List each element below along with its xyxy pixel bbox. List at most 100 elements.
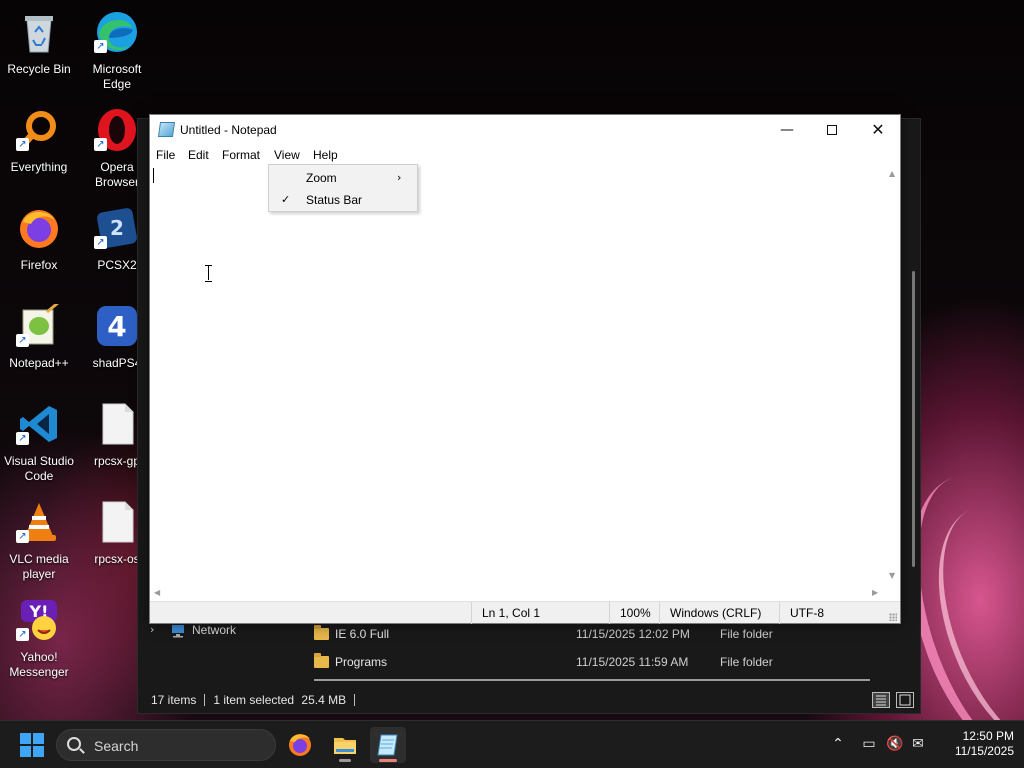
explorer-horizontal-scrollbar[interactable] (314, 679, 870, 681)
shortcut-arrow-icon: ↗ (16, 138, 29, 151)
file-name: IE 6.0 Full (335, 627, 390, 641)
svg-text:4: 4 (107, 310, 126, 343)
desktop-icon-vlc[interactable]: ↗ VLC media player (0, 494, 78, 586)
large-icons-view-button[interactable] (896, 692, 914, 708)
desktop-icon-label: Visual Studio Code (4, 454, 74, 483)
notification-icon[interactable]: ✉ (909, 735, 927, 753)
desktop-icon-label: Everything (10, 160, 68, 174)
menu-view[interactable]: View (268, 147, 306, 163)
taskbar-app-file-explorer[interactable] (327, 727, 363, 763)
desktop-icon-label: Firefox (20, 258, 58, 272)
line-ending: Windows (CRLF) (659, 602, 779, 624)
windows-logo-icon (33, 746, 44, 757)
desktop-icon-firefox[interactable]: Firefox (0, 200, 78, 292)
chevron-up-icon[interactable]: ⌃ (829, 735, 847, 753)
menu-item-label: Zoom (306, 171, 337, 185)
file-explorer-icon (334, 738, 356, 754)
scroll-right-arrow-icon[interactable]: ▶ (872, 588, 878, 598)
desktop-icon-edge[interactable]: ↗ Microsoft Edge (78, 4, 156, 96)
horizontal-scrollbar[interactable]: ◀ ▶ (150, 585, 886, 601)
notepad-icon (377, 734, 398, 756)
shortcut-arrow-icon: ↗ (94, 138, 107, 151)
shortcut-arrow-icon: ↗ (16, 334, 29, 347)
view-menu-dropdown: Zoom › ✓ Status Bar (268, 164, 418, 212)
scroll-down-arrow-icon[interactable]: ▼ (889, 571, 895, 581)
active-indicator (379, 759, 397, 762)
network-icon (172, 625, 184, 638)
close-button[interactable]: ✕ (855, 115, 901, 145)
shortcut-arrow-icon: ↗ (16, 432, 29, 445)
selection-size: 25.4 MB (301, 693, 347, 707)
minimize-button[interactable]: — (764, 115, 810, 145)
resize-grip-icon[interactable] (889, 613, 897, 621)
taskbar-app-firefox[interactable] (282, 727, 318, 763)
system-clock[interactable]: 12:50 PM 11/15/2025 (934, 729, 1014, 759)
running-indicator (339, 759, 351, 762)
desktop-icon-label: Microsoft Edge (92, 62, 142, 91)
explorer-status-bar: 17 items 1 item selected 25.4 MB (151, 693, 363, 707)
menu-edit[interactable]: Edit (182, 147, 215, 163)
file-date: 11/15/2025 12:02 PM (576, 627, 690, 641)
scrollbar-corner (886, 585, 900, 601)
text-editor-area[interactable] (150, 165, 886, 585)
submenu-arrow-icon: › (397, 171, 402, 184)
desktop-icon-label: Recycle Bin (7, 62, 71, 76)
file-date: 11/15/2025 11:59 AM (576, 655, 689, 669)
search-icon (67, 737, 81, 751)
notepad-window[interactable]: Untitled - Notepad — ✕ File Edit Format … (149, 114, 901, 624)
maximize-icon (827, 125, 837, 135)
desktop-icon-everything[interactable]: ↗ Everything (0, 102, 78, 194)
file-row[interactable]: Programs 11/15/2025 11:59 AM File folder (314, 651, 874, 677)
shortcut-arrow-icon: ↗ (16, 628, 29, 641)
text-cursor-ibeam-icon (205, 265, 212, 282)
status-separator (204, 694, 206, 706)
menu-help[interactable]: Help (307, 147, 344, 163)
tiles-view-icon (899, 694, 911, 706)
vertical-scrollbar[interactable]: ▲ ▼ (886, 165, 900, 585)
scroll-up-arrow-icon[interactable]: ▲ (889, 169, 895, 179)
nav-item-label: Network (192, 623, 237, 637)
taskbar-search-box[interactable]: Search (56, 729, 276, 761)
search-placeholder: Search (94, 738, 139, 754)
desktop-icon-recycle-bin[interactable]: Recycle Bin (0, 4, 78, 96)
menu-item-status-bar[interactable]: ✓ Status Bar (269, 189, 417, 211)
menu-format[interactable]: Format (216, 147, 266, 163)
selection-info: 1 item selected (213, 693, 295, 707)
shadps4-icon: 4 (97, 306, 137, 346)
start-button[interactable] (20, 733, 44, 757)
file-row[interactable]: IE 6.0 Full 11/15/2025 12:02 PM File fol… (314, 623, 874, 649)
window-title: Untitled - Notepad (180, 123, 277, 137)
menu-file[interactable]: File (150, 147, 181, 163)
desktop-icon-notepadpp[interactable]: ↗ Notepad++ (0, 298, 78, 390)
shortcut-arrow-icon: ↗ (16, 530, 29, 543)
volume-muted-icon[interactable]: 🔇 (886, 735, 904, 753)
item-count: 17 items (151, 693, 197, 707)
chevron-right-icon[interactable]: › (150, 623, 154, 636)
text-caret (153, 168, 154, 183)
explorer-vertical-scrollbar[interactable] (912, 271, 915, 567)
desktop-icon-vscode[interactable]: ↗ Visual Studio Code (0, 396, 78, 488)
menu-item-label: Status Bar (306, 193, 363, 207)
shortcut-arrow-icon: ↗ (94, 40, 107, 53)
notepad-status-bar: Ln 1, Col 1 100% Windows (CRLF) UTF-8 (150, 601, 900, 624)
file-type: File folder (720, 655, 773, 669)
notepad-title-bar[interactable]: Untitled - Notepad — ✕ (150, 115, 900, 145)
file-icon (102, 501, 134, 543)
details-view-button[interactable] (872, 692, 890, 708)
nav-item-network[interactable]: › Network (148, 623, 288, 641)
maximize-button[interactable] (809, 115, 855, 145)
encoding: UTF-8 (779, 602, 889, 624)
recycle-bin-icon (25, 16, 53, 53)
folder-icon (314, 625, 329, 640)
desktop-icon-label: Yahoo! Messenger (9, 650, 69, 679)
desktop-icon-yahoo-messenger[interactable]: Y! ↗ Yahoo! Messenger (0, 592, 78, 684)
windows-logo-icon (20, 746, 31, 757)
menu-item-zoom[interactable]: Zoom › (269, 167, 417, 189)
taskbar: Search ⌃ ▭ 🔇 ✉ 12:50 PM 11/15/2025 (0, 720, 1024, 768)
taskbar-app-notepad[interactable] (370, 727, 406, 763)
folder-icon (314, 653, 329, 668)
display-icon[interactable]: ▭ (860, 735, 878, 753)
close-icon: ✕ (871, 120, 885, 139)
scroll-left-arrow-icon[interactable]: ◀ (154, 588, 160, 598)
file-icon (102, 403, 134, 445)
